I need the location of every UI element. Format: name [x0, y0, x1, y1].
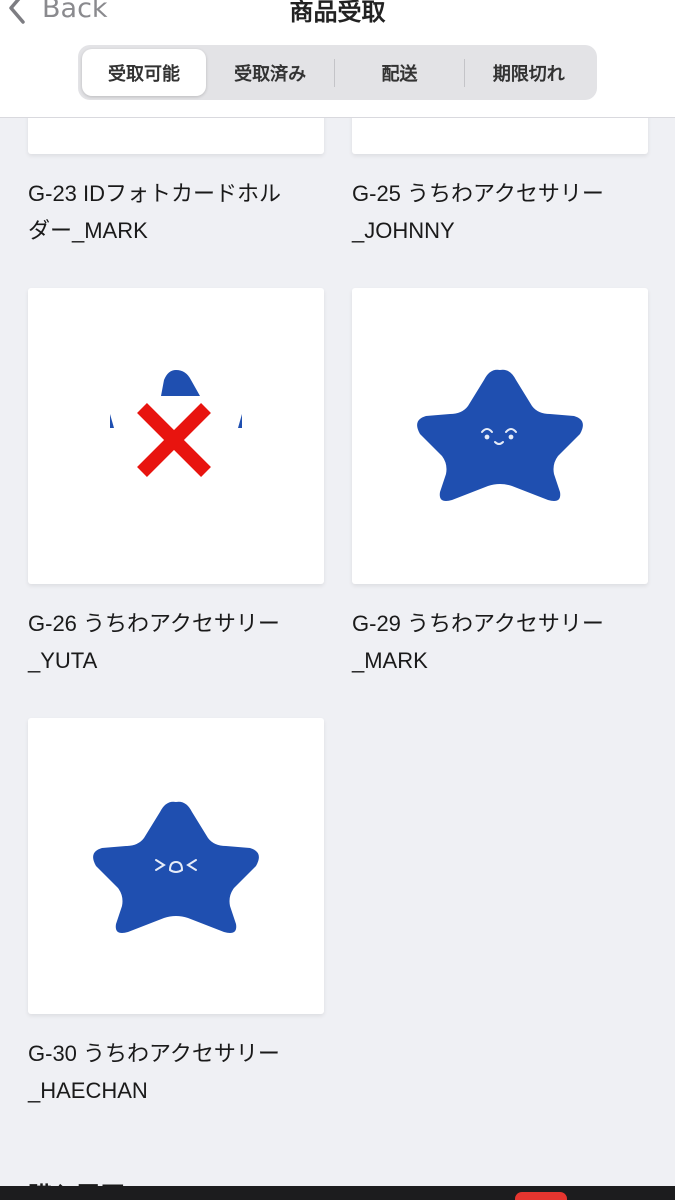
tab-segmented-control: 受取可能 受取済み 配送 期限切れ — [78, 45, 597, 100]
star-shape — [417, 369, 583, 501]
star-shape — [161, 370, 200, 396]
tab-received[interactable]: 受取済み — [206, 49, 334, 96]
tab-shipping[interactable]: 配送 — [335, 49, 463, 96]
header: Back 商品受取 受取可能 受取済み 配送 期限切れ — [0, 0, 675, 118]
item-thumbnail[interactable] — [28, 718, 324, 1014]
notification-badge[interactable] — [515, 1192, 567, 1200]
star-accessory-image — [110, 370, 242, 477]
item-thumbnail[interactable] — [28, 288, 324, 584]
bottom-bar — [0, 1186, 675, 1200]
star-accessory-image — [93, 801, 259, 933]
item-title[interactable]: G-25 うちわアクセサリー _JOHNNY — [352, 175, 652, 249]
cross-icon — [137, 403, 211, 477]
item-title[interactable]: G-29 うちわアクセサリー _MARK — [352, 605, 652, 679]
item-title[interactable]: G-30 うちわアクセサリー _HAECHAN — [28, 1035, 328, 1109]
item-title[interactable]: G-23 IDフォトカードホル ダー_MARK — [28, 175, 328, 249]
tab-receivable[interactable]: 受取可能 — [82, 49, 206, 96]
item-thumbnail[interactable] — [352, 288, 648, 584]
page-title: 商品受取 — [289, 0, 386, 26]
star-shape — [93, 801, 259, 933]
tab-expired[interactable]: 期限切れ — [465, 49, 593, 96]
star-accessory-image — [417, 369, 583, 501]
item-title[interactable]: G-26 うちわアクセサリー _YUTA — [28, 605, 328, 679]
